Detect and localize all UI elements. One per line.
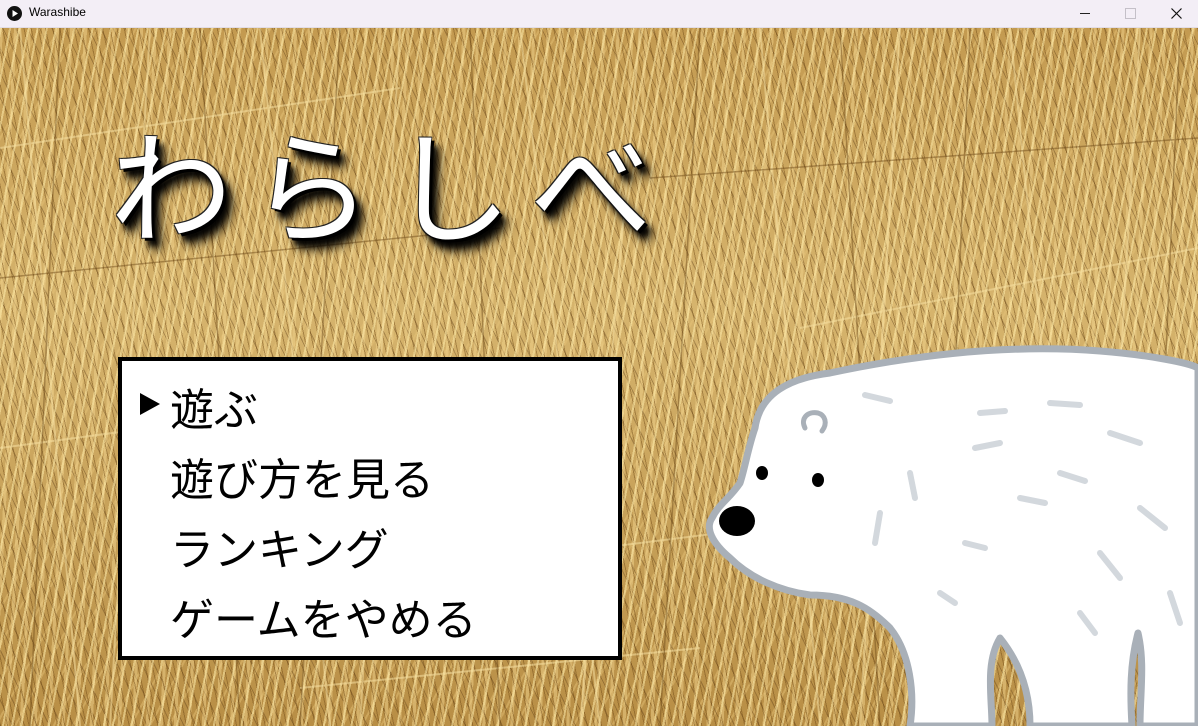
window-title: Warashibe (29, 5, 86, 19)
maximize-icon[interactable] (1107, 0, 1153, 28)
polar-bear-illustration (705, 345, 1198, 726)
game-screen: わらしべ 遊ぶ 遊び方を見る ランキング ゲームをやめる (0, 28, 1198, 726)
menu-cursor-icon (140, 393, 160, 415)
main-menu: 遊ぶ 遊び方を見る ランキング ゲームをやめる (118, 357, 622, 660)
minimize-icon[interactable] (1061, 0, 1107, 28)
menu-item-quit[interactable]: ゲームをやめる (170, 589, 477, 653)
play-circle-icon (7, 6, 22, 21)
menu-item-ranking[interactable]: ランキング (170, 519, 389, 583)
window-titlebar: Warashibe (0, 0, 1198, 28)
menu-item-how-to-play[interactable]: 遊び方を見る (170, 449, 434, 513)
menu-item-play[interactable]: 遊ぶ (170, 379, 258, 443)
game-title-logo: わらしべ (110, 120, 670, 262)
close-icon[interactable] (1153, 0, 1198, 28)
